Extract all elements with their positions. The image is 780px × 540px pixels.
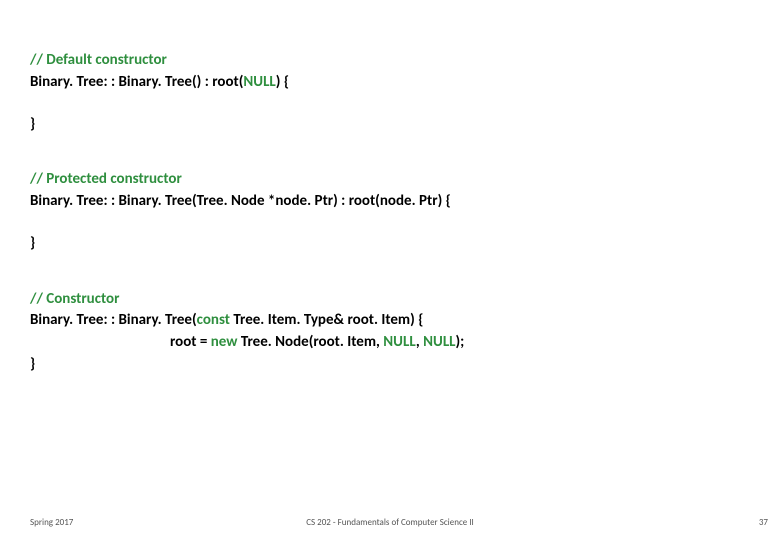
code-close: } bbox=[30, 354, 750, 376]
code-block: // Default constructor Binary. Tree: : B… bbox=[30, 50, 750, 376]
keyword-new: new bbox=[211, 333, 238, 351]
keyword-null: NULL bbox=[243, 73, 275, 91]
code-line: root = new Tree. Node(root. Item, NULL, … bbox=[30, 332, 750, 354]
code-text: root = bbox=[170, 333, 211, 351]
gap bbox=[30, 213, 750, 233]
slide: // Default constructor Binary. Tree: : B… bbox=[0, 0, 780, 540]
comment-constructor: // Constructor bbox=[30, 289, 750, 311]
gap bbox=[30, 255, 750, 289]
code-text: Binary. Tree: : Binary. Tree( bbox=[30, 311, 197, 329]
code-text: Binary. Tree: : Binary. Tree() : root( bbox=[30, 73, 243, 91]
keyword-null: NULL bbox=[423, 333, 455, 351]
comment-default-constructor: // Default constructor bbox=[30, 50, 750, 72]
gap bbox=[30, 135, 750, 169]
footer-course: CS 202 - Fundamentals of Computer Scienc… bbox=[0, 517, 780, 528]
code-line: Binary. Tree: : Binary. Tree() : root(NU… bbox=[30, 72, 750, 94]
gap bbox=[30, 94, 750, 114]
code-close: } bbox=[30, 114, 750, 136]
footer-page-number: 37 bbox=[759, 517, 768, 528]
comment-protected-constructor: // Protected constructor bbox=[30, 169, 750, 191]
code-text: Tree. Item. Type& root. Item) { bbox=[230, 311, 423, 329]
code-line: Binary. Tree: : Binary. Tree(Tree. Node … bbox=[30, 191, 750, 213]
code-line: Binary. Tree: : Binary. Tree(const Tree.… bbox=[30, 310, 750, 332]
code-text: ) { bbox=[276, 73, 289, 91]
code-text: ); bbox=[456, 333, 465, 351]
code-text: Tree. Node(root. Item, bbox=[237, 333, 383, 351]
keyword-null: NULL bbox=[383, 333, 416, 351]
keyword-const: const bbox=[197, 311, 230, 329]
code-close: } bbox=[30, 233, 750, 255]
